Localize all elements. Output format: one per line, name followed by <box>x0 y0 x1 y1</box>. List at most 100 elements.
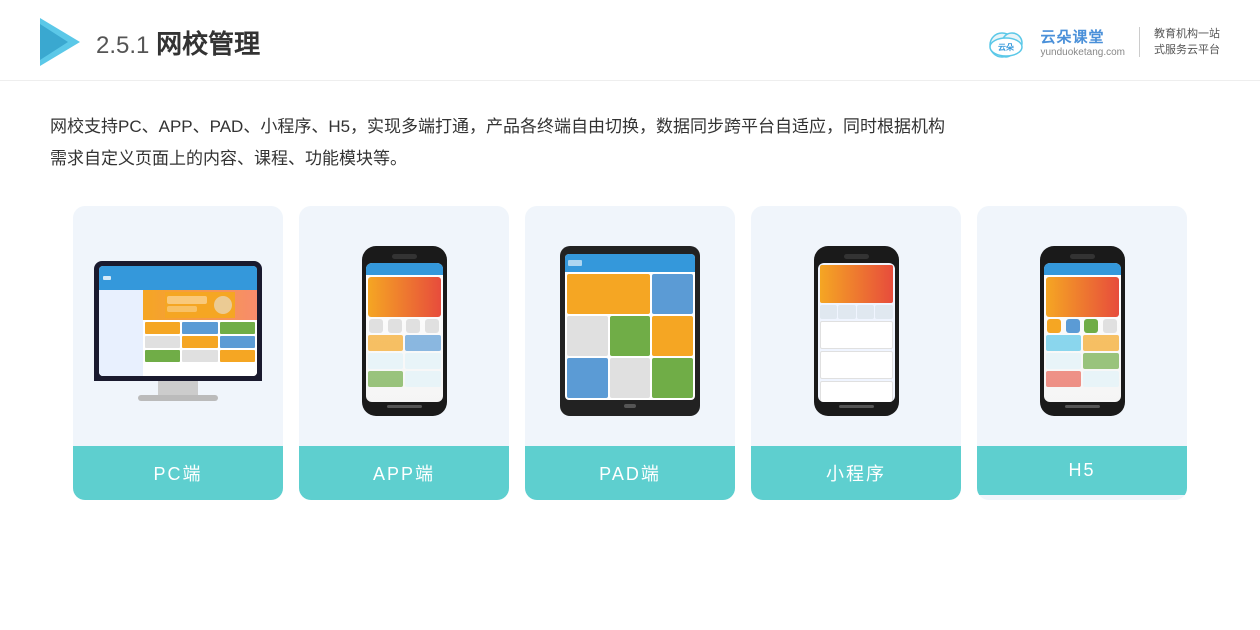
grid-item-2 <box>182 322 217 334</box>
tablet-cell-4 <box>610 316 651 356</box>
tablet-cell-3 <box>567 316 608 356</box>
phone-mockup-app <box>362 246 447 416</box>
brand-slogan: 教育机构一站 式服务云平台 <box>1154 26 1220 59</box>
phone-card-2 <box>405 335 441 351</box>
phone-screen-h5 <box>1044 263 1121 402</box>
phone-card-h5-1 <box>1046 335 1082 351</box>
brand-divider <box>1139 27 1140 57</box>
phone-card-1 <box>368 335 404 351</box>
phone-home-bar-app <box>387 405 422 408</box>
phone-notch-h5 <box>1070 254 1095 259</box>
phone-screen-app <box>366 263 443 402</box>
phone-card-5 <box>368 371 404 387</box>
icon-dot-h5-2 <box>1066 319 1080 333</box>
phone-icons-h5 <box>1046 319 1119 333</box>
pad-label: PAD端 <box>525 446 735 500</box>
mini-phone-mockup <box>814 246 899 416</box>
banner-content <box>165 292 235 318</box>
tablet-cell-7 <box>610 358 651 398</box>
svg-text:云朵: 云朵 <box>998 42 1014 52</box>
screen-bar-logo <box>103 273 133 283</box>
description: 网校支持PC、APP、PAD、小程序、H5，实现多端打通，产品各终端自由切换，数… <box>0 81 1260 186</box>
icon-dot-h5-3 <box>1084 319 1098 333</box>
page-wrapper: 2.5.1 网校管理 云朵 云朵课堂 yunduoketang.com <box>0 0 1260 630</box>
mini-icon-4 <box>875 305 893 319</box>
tablet-cell-5 <box>652 316 693 356</box>
phone-card-4 <box>405 353 441 369</box>
phone-card-h5-5 <box>1046 371 1082 387</box>
mini-icon-2 <box>838 305 856 319</box>
tablet-cell-8 <box>652 358 693 398</box>
phone-banner-h5 <box>1046 277 1119 317</box>
monitor-screen <box>99 266 257 376</box>
phone-card-h5-3 <box>1046 353 1082 369</box>
pc-image-area <box>73 226 283 436</box>
tablet-top-bar <box>565 254 695 272</box>
monitor-stand <box>158 381 198 395</box>
app-image-area <box>299 226 509 436</box>
mini-card: 小程序 <box>751 206 961 500</box>
phone-status-bar-app <box>366 263 443 275</box>
screen-main <box>143 290 257 376</box>
app-card: APP端 <box>299 206 509 500</box>
phone-notch-app <box>392 254 417 259</box>
description-line2: 需求自定义页面上的内容、课程、功能模块等。 <box>50 143 1210 175</box>
mini-banner <box>820 265 893 303</box>
tablet-cell-2 <box>652 274 693 314</box>
tablet-mockup <box>560 246 700 416</box>
phone-cards-h5-3 <box>1046 371 1119 387</box>
phone-mockup-h5 <box>1040 246 1125 416</box>
tablet-top-logo <box>568 258 618 268</box>
header-left: 2.5.1 网校管理 <box>40 18 260 66</box>
screen-banner <box>143 290 257 320</box>
phone-icons-app <box>368 319 441 333</box>
tablet-home-button <box>624 404 636 408</box>
phone-card-6 <box>405 371 441 387</box>
phone-status-bar-h5 <box>1044 263 1121 275</box>
page-title: 2.5.1 网校管理 <box>96 24 260 61</box>
phone-home-bar-h5 <box>1065 405 1100 408</box>
pad-image-area <box>525 226 735 436</box>
mini-card-3 <box>820 381 893 402</box>
phone-banner-app <box>368 277 441 317</box>
header-right: 云朵 云朵课堂 yunduoketang.com 教育机构一站 式服务云平台 <box>984 23 1220 61</box>
grid-item-6 <box>220 336 255 348</box>
mini-phone-notch <box>844 254 869 259</box>
h5-label: H5 <box>977 446 1187 495</box>
icon-dot-3 <box>406 319 420 333</box>
grid-item-8 <box>182 350 217 362</box>
phone-content-h5 <box>1044 275 1121 402</box>
mini-phone-screen <box>818 263 895 402</box>
grid-item-5 <box>182 336 217 348</box>
brand-text: 云朵课堂 yunduoketang.com <box>1040 26 1125 58</box>
pc-monitor <box>94 261 262 401</box>
mini-card-2 <box>820 351 893 379</box>
icon-dot-4 <box>425 319 439 333</box>
app-label: APP端 <box>299 446 509 500</box>
grid-item-4 <box>145 336 180 348</box>
icon-dot-h5-4 <box>1103 319 1117 333</box>
phone-cards-app-3 <box>368 371 441 387</box>
icon-dot-2 <box>388 319 402 333</box>
description-line1: 网校支持PC、APP、PAD、小程序、H5，实现多端打通，产品各终端自由切换，数… <box>50 111 1210 143</box>
mini-label: 小程序 <box>751 446 961 500</box>
phone-content-app <box>366 275 443 402</box>
icon-dot-1 <box>369 319 383 333</box>
h5-image-area <box>977 226 1187 436</box>
screen-content-area <box>99 290 257 376</box>
icon-dot-h5-1 <box>1047 319 1061 333</box>
tablet-screen <box>565 254 695 400</box>
grid-item-9 <box>220 350 255 362</box>
h5-card: H5 <box>977 206 1187 500</box>
grid-item-3 <box>220 322 255 334</box>
mini-icon-grid <box>820 305 893 319</box>
phone-card-h5-2 <box>1083 335 1119 351</box>
screen-sidebar <box>99 290 143 376</box>
phone-cards-app-2 <box>368 353 441 369</box>
mini-icon-1 <box>820 305 838 319</box>
logo-icon <box>40 18 80 66</box>
phone-card-h5-4 <box>1083 353 1119 369</box>
grid-item-7 <box>145 350 180 362</box>
phone-cards-h5-1 <box>1046 335 1119 351</box>
screen-bar <box>99 266 257 290</box>
